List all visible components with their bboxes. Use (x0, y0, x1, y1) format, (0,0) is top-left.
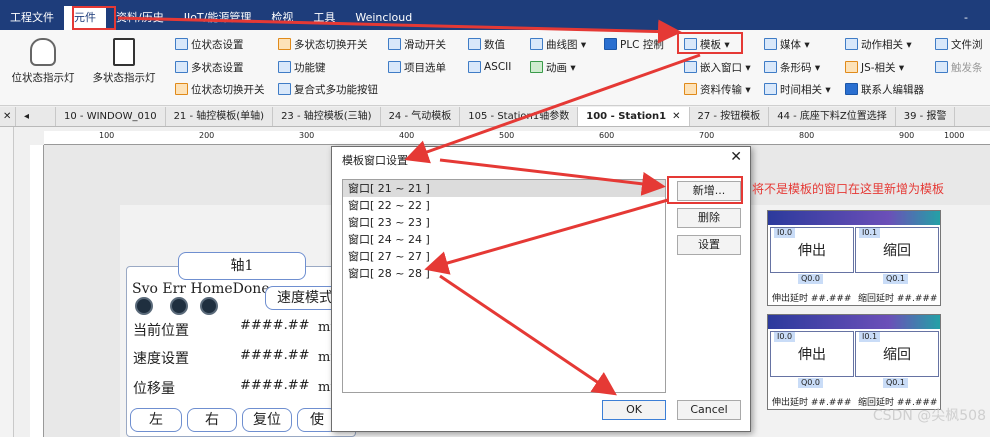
arrow-item-to-ok (439, 274, 617, 396)
watermark: CSDN @尖枫508 (872, 408, 986, 424)
arrow-title-to-add (439, 158, 666, 196)
arrow-template-to-dialog (404, 53, 701, 164)
annotation-arrows (117, 16, 701, 396)
arrow-add-to-item (424, 198, 669, 275)
arrow-menu-to-template (117, 16, 682, 44)
